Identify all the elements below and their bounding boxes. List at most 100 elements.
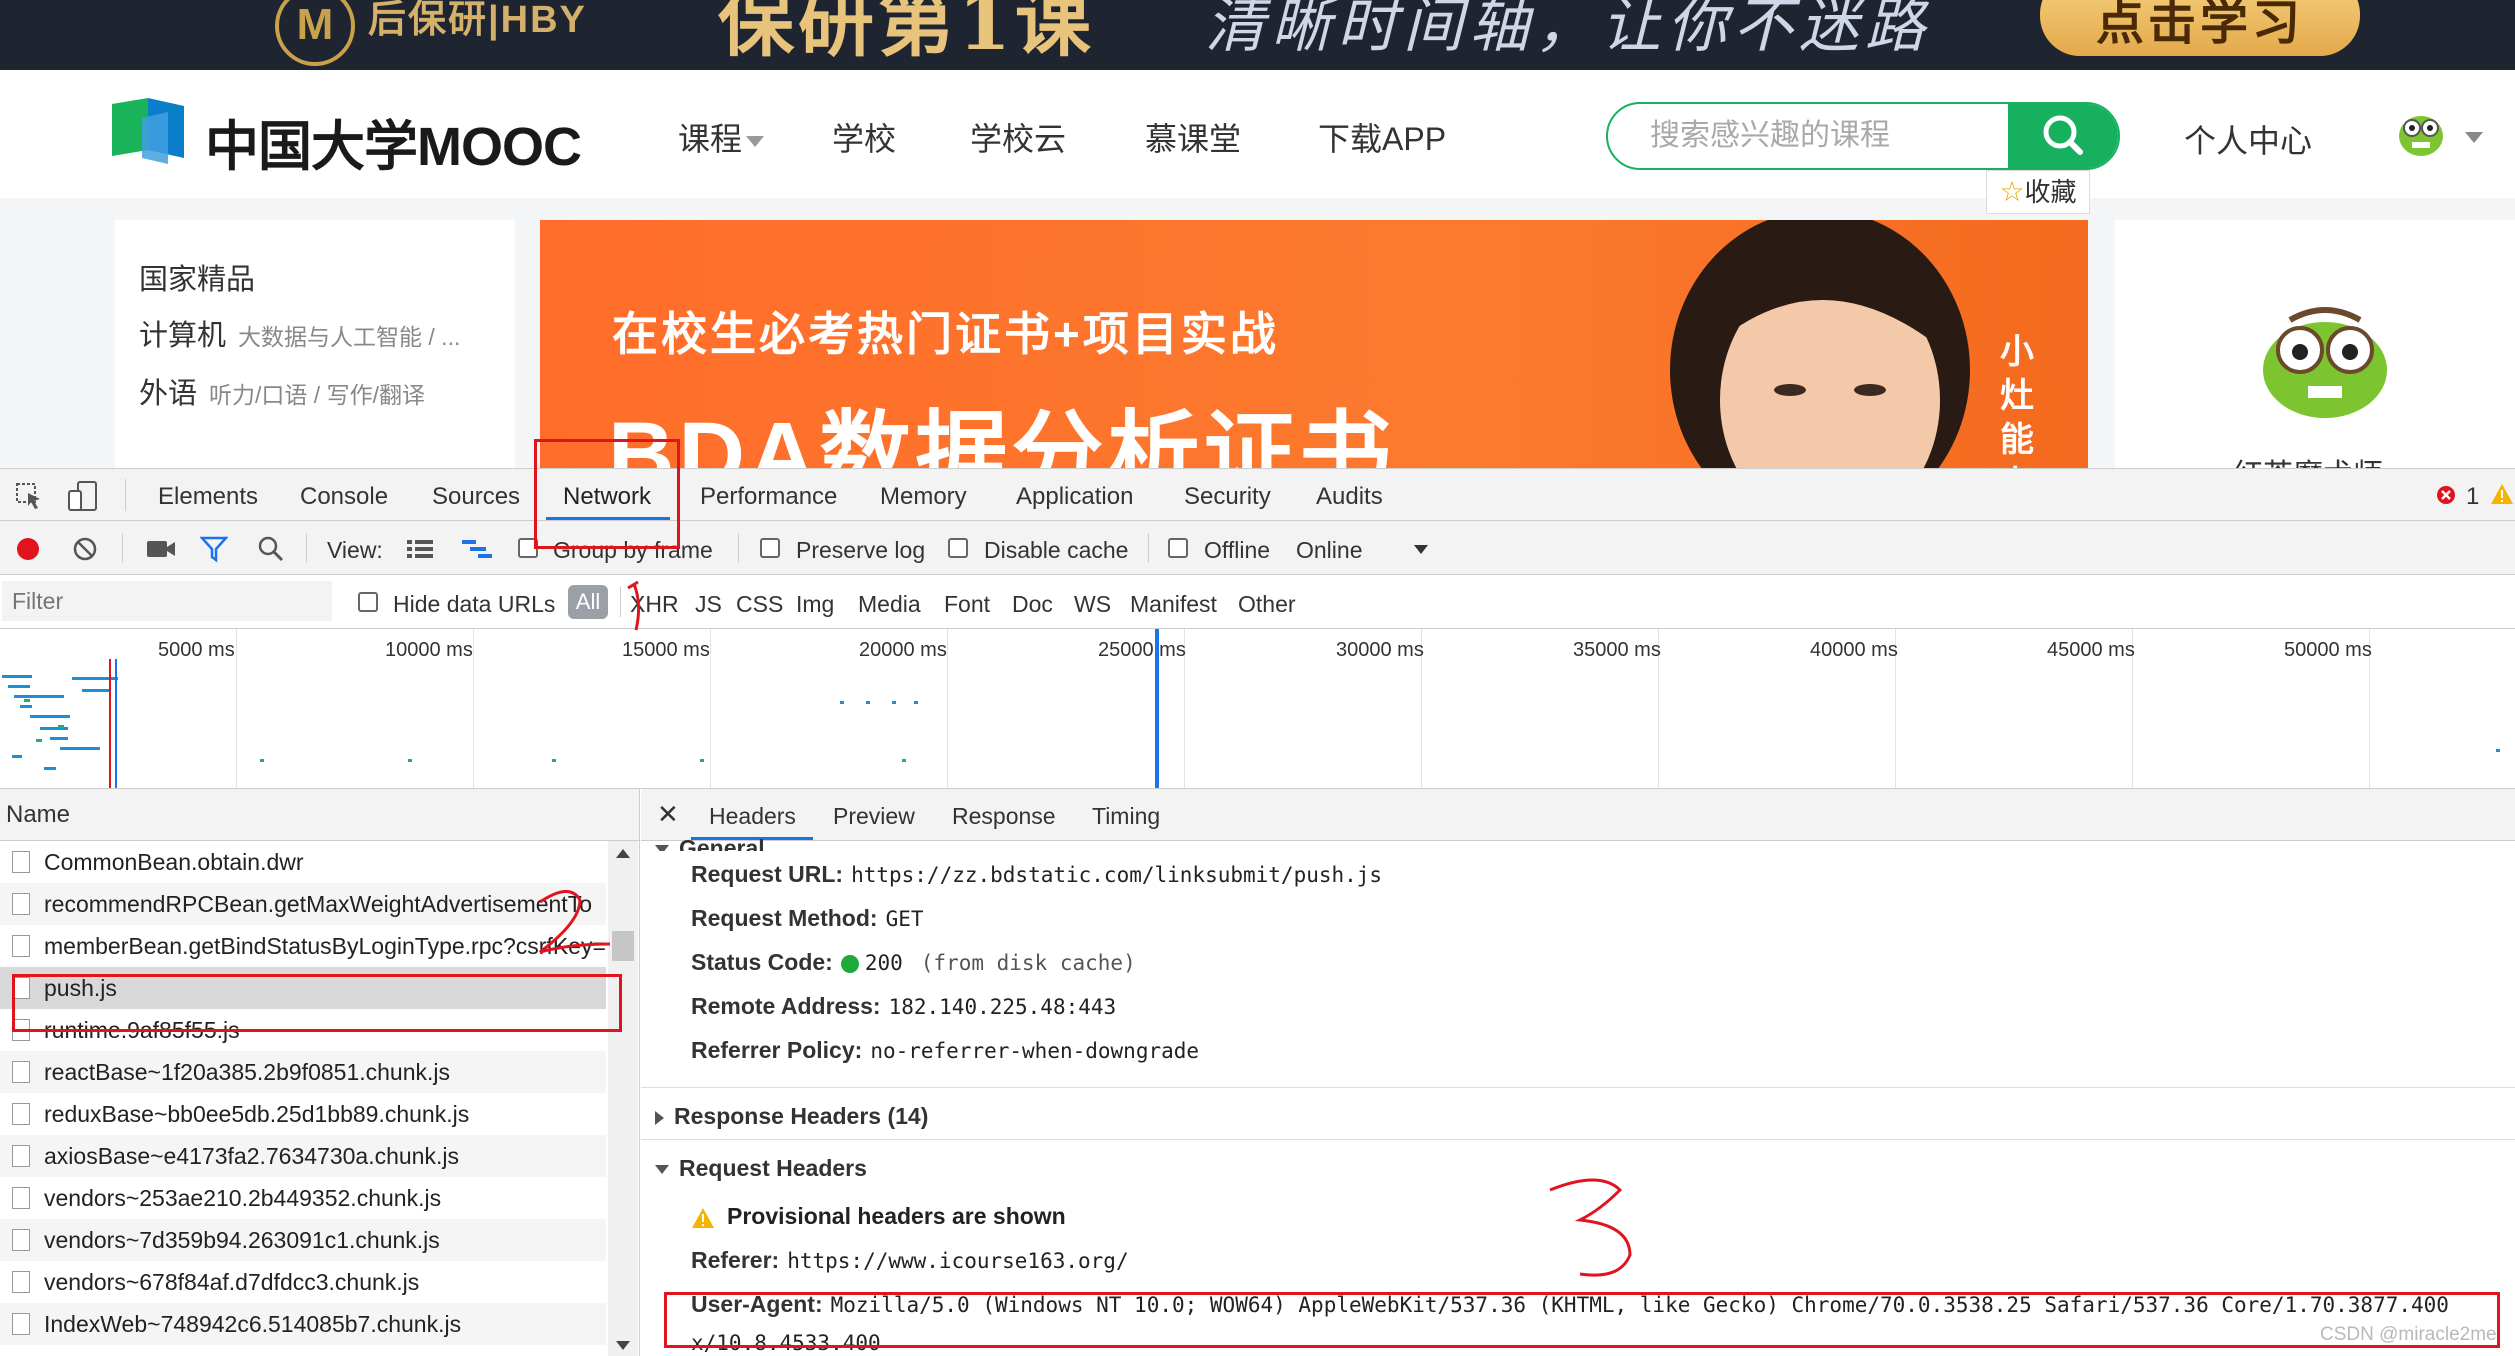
hide-data-urls-label: Hide data URLs — [393, 591, 556, 617]
warning-icon[interactable] — [2490, 483, 2514, 505]
filter-type-all[interactable]: All — [568, 585, 608, 619]
preserve-log-checkbox[interactable] — [760, 538, 780, 558]
filter-type-doc[interactable]: Doc — [1012, 591, 1053, 618]
hero-banner[interactable]: 在校生必考热门证书+项目实战 BDA数据分析证书 小灶能力 — [540, 220, 2088, 468]
filter-type-ws[interactable]: WS — [1074, 591, 1111, 618]
table-row[interactable]: recommendRPCBean.getMaxWeightAdvertiseme… — [0, 883, 606, 925]
file-icon — [12, 1187, 30, 1209]
request-url-value[interactable]: https://zz.bdstatic.com/linksubmit/push.… — [851, 863, 1382, 887]
name-column-header[interactable]: Name — [0, 789, 639, 841]
filter-type-js[interactable]: JS — [695, 591, 722, 618]
table-row[interactable]: memberBean.getBindStatusByLoginType.rpc?… — [0, 925, 606, 967]
filter-icon[interactable] — [200, 535, 228, 563]
category-item[interactable]: 计算机 大数据与人工智能 / ... — [139, 312, 460, 354]
offline-checkbox[interactable] — [1168, 538, 1188, 558]
nav-school-cloud[interactable]: 学校云 — [970, 114, 1066, 160]
nav-schools[interactable]: 学校 — [832, 114, 896, 160]
personal-center-link[interactable]: 个人中心 — [2184, 116, 2312, 162]
tab-performance[interactable]: Performance — [700, 483, 837, 511]
tab-security[interactable]: Security — [1184, 483, 1271, 511]
record-icon[interactable] — [15, 536, 41, 562]
promo-banner[interactable]: M 后保研|HBY 保研第1课 清晰时间轴，让你不迷路 点击学习 — [0, 0, 2515, 70]
category-item[interactable]: 国家精品 — [139, 256, 255, 298]
filter-type-media[interactable]: Media — [858, 591, 921, 618]
large-rows-icon[interactable] — [405, 537, 435, 561]
filter-type-img[interactable]: Img — [796, 591, 834, 618]
tab-timing[interactable]: Timing — [1092, 803, 1160, 830]
warning-icon — [692, 1207, 714, 1228]
device-toolbar-icon[interactable] — [66, 479, 100, 513]
filter-bar: Hide data URLs All XHR JS CSS Img Media … — [0, 575, 2515, 629]
filter-type-other[interactable]: Other — [1238, 591, 1296, 618]
table-row[interactable]: axiosBase~e4173fa2.7634730a.chunk.js — [0, 1135, 606, 1177]
chevron-down-icon[interactable] — [616, 1341, 630, 1350]
nav-download-app[interactable]: 下载APP — [1318, 114, 1446, 160]
tab-audits[interactable]: Audits — [1316, 483, 1383, 511]
star-icon: ☆ — [1999, 176, 2025, 207]
user-name[interactable]: 红茶魔术师 — [2233, 450, 2383, 468]
remote-address-row: Remote Address: 182.140.225.48:443 — [691, 993, 1117, 1019]
filter-input[interactable] — [2, 581, 332, 621]
referer-row: Referer: https://www.icourse163.org/ — [691, 1247, 1129, 1273]
file-icon — [12, 893, 30, 915]
table-row[interactable]: reactBase~1f20a385.2b9f0851.chunk.js — [0, 1051, 606, 1093]
file-icon — [12, 1103, 30, 1125]
category-item[interactable]: 外语 听力/口语 / 写作/翻译 — [139, 370, 425, 412]
filter-type-manifest[interactable]: Manifest — [1130, 591, 1217, 618]
table-row[interactable]: vendors~253ae210.2b449352.chunk.js — [0, 1177, 606, 1219]
watermark: CSDN @miracle2me — [2320, 1324, 2497, 1345]
triangle-down-icon — [655, 1165, 669, 1175]
tab-sources[interactable]: Sources — [432, 483, 520, 511]
table-row[interactable]: IndexWeb~748942c6.514085b7.chunk.js — [0, 1303, 606, 1345]
hide-data-urls-checkbox[interactable] — [358, 592, 378, 612]
close-icon[interactable]: ✕ — [657, 799, 679, 830]
network-overview[interactable]: 5000 ms 10000 ms 15000 ms 20000 ms 25000… — [0, 629, 2515, 789]
search-input[interactable] — [1608, 104, 2008, 168]
tab-console[interactable]: Console — [300, 483, 388, 511]
tab-application[interactable]: Application — [1016, 483, 1133, 511]
annotation-box-useragent — [664, 1292, 2500, 1348]
table-row[interactable]: vendors~7d359b94.263091c1.chunk.js — [0, 1219, 606, 1261]
waterfall-icon[interactable] — [460, 537, 494, 561]
inspect-element-icon[interactable] — [14, 481, 44, 511]
chevron-down-icon[interactable] — [1414, 545, 1428, 554]
banner-cta-button[interactable]: 点击学习 — [2040, 0, 2360, 56]
request-headers-toggle[interactable]: Request Headers — [655, 1155, 867, 1182]
response-headers-toggle[interactable]: Response Headers (14) — [655, 1103, 928, 1130]
file-icon — [12, 1229, 30, 1251]
filter-type-css[interactable]: CSS — [736, 591, 783, 618]
throttling-select[interactable]: Online — [1296, 537, 1362, 564]
table-row[interactable]: reduxBase~bb0ee5db.25d1bb89.chunk.js — [0, 1093, 606, 1135]
mooc-logo-icon[interactable] — [112, 98, 212, 164]
disable-cache-checkbox[interactable] — [948, 538, 968, 558]
instructor-photo — [1670, 220, 1970, 468]
tab-preview[interactable]: Preview — [833, 803, 915, 830]
nav-courses[interactable]: 课程 — [678, 114, 765, 160]
avatar[interactable] — [2394, 108, 2448, 158]
chevron-down-icon[interactable] — [2465, 132, 2483, 143]
tab-headers[interactable]: Headers — [709, 803, 796, 830]
disable-cache-label: Disable cache — [984, 537, 1129, 563]
site-brand[interactable]: 中国大学MOOC — [205, 102, 582, 181]
tab-memory[interactable]: Memory — [880, 483, 967, 511]
table-row[interactable]: CommonBean.obtain.dwr — [0, 841, 606, 883]
tab-response[interactable]: Response — [952, 803, 1056, 830]
table-row[interactable]: vendors~678f84af.d7dfdcc3.chunk.js — [0, 1261, 606, 1303]
error-icon[interactable] — [2436, 485, 2456, 505]
tab-elements[interactable]: Elements — [158, 483, 258, 511]
divider — [122, 533, 123, 563]
clear-icon[interactable] — [72, 536, 98, 562]
devtools-panel: Elements Console Sources Network Perform… — [0, 468, 2515, 1356]
search-icon[interactable] — [257, 535, 285, 563]
search-button[interactable] — [2008, 104, 2118, 168]
mascot-avatar[interactable] — [2250, 300, 2400, 420]
favorite-button[interactable]: ☆收藏 — [1986, 170, 2090, 214]
error-count: 1 — [2466, 483, 2480, 510]
capture-screenshots-icon[interactable] — [145, 537, 177, 561]
provisional-warning: Provisional headers are shown — [691, 1203, 1066, 1230]
chevron-up-icon[interactable] — [616, 849, 630, 858]
nav-mooc-hall[interactable]: 慕课堂 — [1145, 114, 1241, 160]
divider — [125, 479, 126, 511]
filter-type-font[interactable]: Font — [944, 591, 990, 618]
general-section-toggle[interactable]: General — [655, 835, 765, 851]
